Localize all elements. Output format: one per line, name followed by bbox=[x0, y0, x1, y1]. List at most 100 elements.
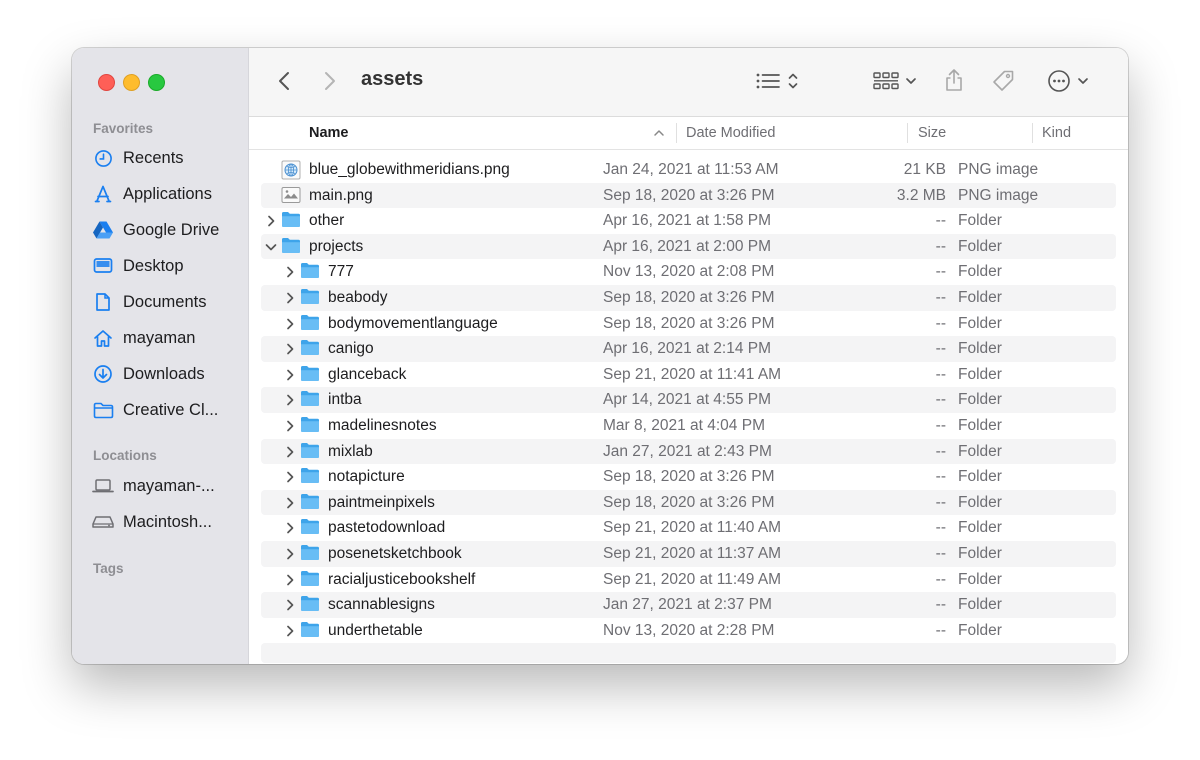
sidebar-item-applications[interactable]: Applications bbox=[92, 181, 242, 207]
sidebar-item-label: Google Drive bbox=[123, 220, 220, 239]
sidebar-item-recents[interactable]: Recents bbox=[92, 145, 242, 171]
disclosure-collapsed-icon[interactable] bbox=[283, 597, 297, 613]
disclosure-collapsed-icon[interactable] bbox=[283, 546, 297, 562]
disclosure-collapsed-icon[interactable] bbox=[283, 444, 297, 460]
tag-icon bbox=[993, 70, 1014, 91]
file-kind: Folder bbox=[958, 544, 1002, 562]
folder-icon bbox=[281, 211, 301, 233]
empty-row bbox=[261, 643, 1116, 664]
column-header-kind[interactable]: Kind bbox=[1042, 125, 1071, 141]
folder-icon bbox=[92, 399, 114, 421]
back-button[interactable] bbox=[273, 68, 295, 94]
disclosure-collapsed-icon[interactable] bbox=[283, 316, 297, 332]
column-divider[interactable] bbox=[1032, 123, 1033, 143]
column-divider[interactable] bbox=[907, 123, 908, 143]
disclosure-collapsed-icon[interactable] bbox=[283, 392, 297, 408]
file-row[interactable]: madelinesnotes Mar 8, 2021 at 4:04 PM -- Fo… bbox=[261, 413, 1116, 439]
more-actions-button[interactable] bbox=[1045, 68, 1091, 94]
file-size: -- bbox=[935, 212, 946, 230]
forward-button[interactable] bbox=[319, 68, 341, 94]
folder-icon bbox=[281, 237, 301, 259]
column-header-name[interactable]: Name bbox=[309, 125, 349, 141]
column-header-date-modified[interactable]: Date Modified bbox=[686, 125, 775, 141]
file-date-modified: Apr 16, 2021 at 1:58 PM bbox=[603, 212, 772, 230]
ellipsis-circle-icon bbox=[1048, 70, 1070, 92]
file-name: paintmeinpixels bbox=[328, 493, 435, 511]
file-row[interactable]: posenetsketchbook Sep 21, 2020 at 11:37 A… bbox=[261, 540, 1116, 567]
file-row[interactable]: other Apr 16, 2021 at 1:58 PM -- Folder bbox=[261, 208, 1116, 234]
file-name: pastetodownload bbox=[328, 519, 446, 537]
file-name: notapicture bbox=[328, 468, 405, 486]
file-row[interactable]: racialjusticebookshelf Sep 21, 2020 at 11… bbox=[261, 567, 1116, 593]
main-area: assets Name Date Modified Size Kind blue… bbox=[249, 48, 1128, 664]
folder-icon bbox=[300, 595, 320, 617]
file-date-modified: Nov 13, 2020 at 2:08 PM bbox=[603, 263, 775, 281]
sidebar-item-mac-computer[interactable]: mayaman-... bbox=[92, 473, 242, 499]
file-date-modified: Jan 27, 2021 at 2:43 PM bbox=[603, 442, 772, 460]
view-mode-list-button[interactable] bbox=[752, 68, 802, 94]
sidebar-item-home[interactable]: mayaman bbox=[92, 325, 242, 351]
file-row[interactable]: blue_globewithmeridians.png Jan 24, 2021 … bbox=[261, 157, 1116, 183]
sort-ascending-icon[interactable] bbox=[653, 128, 665, 138]
tags-button[interactable] bbox=[990, 68, 1016, 94]
file-row[interactable]: notapicture Sep 18, 2020 at 3:26 PM -- Fold… bbox=[261, 464, 1116, 490]
minimize-window-button[interactable] bbox=[123, 74, 140, 91]
file-size: -- bbox=[935, 365, 946, 383]
disclosure-collapsed-icon[interactable] bbox=[283, 290, 297, 306]
clock-icon bbox=[92, 147, 114, 169]
disclosure-collapsed-icon[interactable] bbox=[283, 264, 297, 280]
disclosure-collapsed-icon[interactable] bbox=[283, 572, 297, 588]
file-date-modified: Sep 18, 2020 at 3:26 PM bbox=[603, 186, 775, 204]
sidebar-item-documents[interactable]: Documents bbox=[92, 289, 242, 315]
file-size: -- bbox=[935, 442, 946, 460]
sidebar-item-creative-cloud[interactable]: Creative Cl... bbox=[92, 397, 242, 423]
file-name: glanceback bbox=[328, 365, 407, 383]
sidebar-item-macintosh-hd[interactable]: Macintosh... bbox=[92, 509, 242, 535]
download-icon bbox=[92, 363, 114, 385]
file-row[interactable]: beabody Sep 18, 2020 at 3:26 PM -- Folder bbox=[261, 284, 1116, 311]
disclosure-collapsed-icon[interactable] bbox=[283, 469, 297, 485]
file-row[interactable]: glanceback Sep 21, 2020 at 11:41 AM -- Fold… bbox=[261, 362, 1116, 388]
disclosure-collapsed-icon[interactable] bbox=[264, 213, 278, 229]
file-name: beabody bbox=[328, 288, 388, 306]
file-row[interactable]: canigo Apr 16, 2021 at 2:14 PM -- Folder bbox=[261, 336, 1116, 362]
column-header-size[interactable]: Size bbox=[918, 125, 946, 141]
disclosure-expanded-icon[interactable] bbox=[264, 239, 278, 255]
sidebar-item-downloads[interactable]: Downloads bbox=[92, 361, 242, 387]
sidebar-item-google-drive[interactable]: Google Drive bbox=[92, 217, 242, 243]
folder-icon bbox=[300, 467, 320, 489]
file-date-modified: Mar 8, 2021 at 4:04 PM bbox=[603, 416, 765, 434]
file-row[interactable]: 777 Nov 13, 2020 at 2:08 PM -- Folder bbox=[261, 259, 1116, 285]
share-button[interactable] bbox=[942, 66, 966, 94]
zoom-window-button[interactable] bbox=[148, 74, 165, 91]
file-row[interactable]: underthetable Nov 13, 2020 at 2:28 PM -- Fo… bbox=[261, 618, 1116, 644]
file-date-modified: Jan 27, 2021 at 2:37 PM bbox=[603, 596, 772, 614]
file-row[interactable]: intba Apr 14, 2021 at 4:55 PM -- Folder bbox=[261, 387, 1116, 413]
file-date-modified: Jan 24, 2021 at 11:53 AM bbox=[603, 161, 779, 178]
file-row[interactable]: mixlab Jan 27, 2021 at 2:43 PM -- Folder bbox=[261, 438, 1116, 465]
file-row[interactable]: paintmeinpixels Sep 18, 2020 at 3:26 PM --… bbox=[261, 489, 1116, 516]
file-date-modified: Apr 16, 2021 at 2:14 PM bbox=[603, 340, 772, 358]
file-size: -- bbox=[935, 621, 946, 639]
close-window-button[interactable] bbox=[98, 74, 115, 91]
file-row[interactable]: scannablesigns Jan 27, 2021 at 2:37 PM -- F… bbox=[261, 592, 1116, 618]
column-divider[interactable] bbox=[676, 123, 677, 143]
disclosure-collapsed-icon[interactable] bbox=[283, 520, 297, 536]
file-row[interactable]: bodymovementlanguage Sep 18, 2020 at 3:26… bbox=[261, 311, 1116, 337]
folder-icon bbox=[300, 544, 320, 566]
file-size: -- bbox=[935, 519, 946, 537]
file-list: blue_globewithmeridians.png Jan 24, 2021 … bbox=[261, 157, 1116, 664]
sidebar-item-label: mayaman-... bbox=[123, 476, 215, 495]
file-row[interactable]: projects Apr 16, 2021 at 2:00 PM -- Folder bbox=[261, 233, 1116, 260]
file-row[interactable]: pastetodownload Sep 21, 2020 at 11:40 AM -… bbox=[261, 515, 1116, 541]
file-kind: Folder bbox=[958, 288, 1002, 306]
disclosure-collapsed-icon[interactable] bbox=[283, 367, 297, 383]
disclosure-collapsed-icon[interactable] bbox=[283, 495, 297, 511]
disclosure-collapsed-icon[interactable] bbox=[283, 341, 297, 357]
disclosure-collapsed-icon[interactable] bbox=[283, 418, 297, 434]
sidebar-item-desktop[interactable]: Desktop bbox=[92, 253, 242, 279]
file-row[interactable]: main.png Sep 18, 2020 at 3:26 PM 3.2 MB PNG… bbox=[261, 182, 1116, 209]
disclosure-collapsed-icon[interactable] bbox=[283, 623, 297, 639]
file-date-modified: Sep 21, 2020 at 11:37 AM bbox=[603, 544, 782, 562]
group-button[interactable] bbox=[871, 68, 919, 94]
